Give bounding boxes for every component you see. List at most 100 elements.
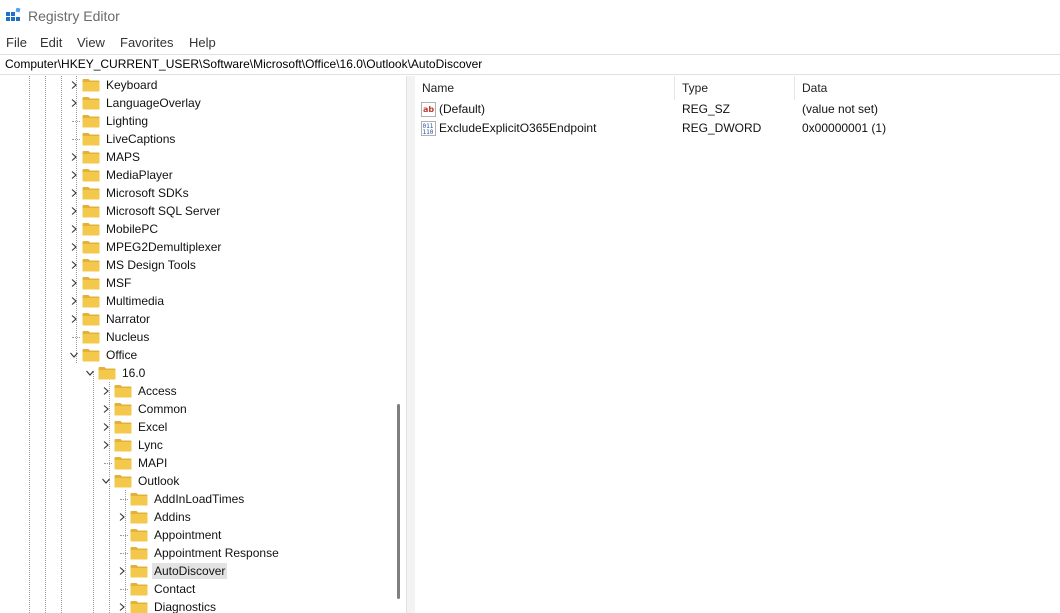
- chevron-right-icon[interactable]: [68, 94, 80, 112]
- tree-node[interactable]: Narrator: [68, 310, 152, 328]
- chevron-right-icon[interactable]: [68, 238, 80, 256]
- chevron-right-icon[interactable]: [68, 310, 80, 328]
- value-name: ExcludeExplicitO365Endpoint: [439, 121, 597, 135]
- tree-node[interactable]: Appointment Response: [116, 544, 281, 562]
- tree-node-label: Outlook: [138, 474, 180, 488]
- tree-node[interactable]: MAPS: [68, 148, 142, 166]
- chevron-right-icon[interactable]: [68, 202, 80, 220]
- tree-node[interactable]: MAPI: [100, 454, 169, 472]
- folder-icon: [82, 151, 100, 164]
- chevron-right-icon[interactable]: [100, 382, 112, 400]
- folder-icon: [130, 565, 148, 578]
- tree-node[interactable]: Diagnostics: [116, 598, 218, 613]
- tree-node[interactable]: Office: [68, 346, 139, 364]
- chevron-right-icon[interactable]: [116, 562, 128, 580]
- address-path[interactable]: Computer\HKEY_CURRENT_USER\Software\Micr…: [5, 57, 482, 71]
- tree-node[interactable]: Outlook: [100, 472, 181, 490]
- folder-icon: [82, 115, 100, 128]
- chevron-right-icon[interactable]: [100, 400, 112, 418]
- tree-node-label: Multimedia: [106, 294, 165, 308]
- tree-node[interactable]: 16.0: [84, 364, 147, 382]
- tree-node[interactable]: Microsoft SQL Server: [68, 202, 222, 220]
- tree-node[interactable]: Appointment: [116, 526, 223, 544]
- tree-node[interactable]: Keyboard: [68, 76, 159, 94]
- tree-node-label: MediaPlayer: [106, 168, 173, 182]
- tree-node-label: Narrator: [106, 312, 151, 326]
- chevron-down-icon[interactable]: [100, 472, 112, 490]
- folder-icon: [82, 97, 100, 110]
- folder-icon: [82, 259, 100, 272]
- tree-node[interactable]: Lync: [100, 436, 165, 454]
- chevron-right-icon[interactable]: [68, 184, 80, 202]
- folder-icon: [114, 421, 132, 434]
- chevron-right-icon[interactable]: [116, 598, 128, 613]
- folder-icon: [82, 169, 100, 182]
- chevron-right-icon[interactable]: [68, 256, 80, 274]
- address-bar[interactable]: Computer\HKEY_CURRENT_USER\Software\Micr…: [0, 54, 1060, 75]
- tree-connector: [100, 454, 112, 472]
- tree-node[interactable]: MPEG2Demultiplexer: [68, 238, 223, 256]
- folder-icon: [82, 205, 100, 218]
- folder-icon: [82, 277, 100, 290]
- tree-node[interactable]: Addins: [116, 508, 193, 526]
- folder-icon: [130, 601, 148, 613]
- chevron-right-icon[interactable]: [68, 148, 80, 166]
- tree-node[interactable]: AddInLoadTimes: [116, 490, 246, 508]
- tree-node[interactable]: Access: [100, 382, 179, 400]
- folder-icon: [130, 547, 148, 560]
- chevron-right-icon[interactable]: [68, 292, 80, 310]
- tree-guide-line: [93, 372, 94, 613]
- value-row[interactable]: 011 110 ExcludeExplicitO365Endpoint REG_…: [415, 119, 1060, 138]
- chevron-right-icon[interactable]: [68, 220, 80, 238]
- key-tree[interactable]: Keyboard LanguageOverlay Lighting LiveCapti…: [0, 76, 406, 613]
- tree-node[interactable]: Lighting: [68, 112, 150, 130]
- tree-node-label: Lighting: [106, 114, 149, 128]
- tree-node[interactable]: MobilePC: [68, 220, 160, 238]
- folder-icon: [114, 457, 132, 470]
- tree-node[interactable]: MS Design Tools: [68, 256, 198, 274]
- tree-scrollbar-thumb[interactable]: [397, 404, 400, 599]
- tree-node-label: Diagnostics: [154, 600, 217, 613]
- tree-node[interactable]: Common: [100, 400, 189, 418]
- chevron-down-icon[interactable]: [68, 346, 80, 364]
- folder-icon: [114, 439, 132, 452]
- folder-icon: [130, 511, 148, 524]
- tree-node-label: Addins: [154, 510, 191, 524]
- tree-node[interactable]: MSF: [68, 274, 133, 292]
- tree-node-label: Appointment Response: [154, 546, 279, 560]
- tree-node-label: Appointment: [154, 528, 222, 542]
- tree-node[interactable]: Microsoft SDKs: [68, 184, 191, 202]
- tree-node[interactable]: LiveCaptions: [68, 130, 177, 148]
- value-data: 0x00000001 (1): [802, 121, 887, 135]
- tree-node[interactable]: Excel: [100, 418, 169, 436]
- tree-node-label: MAPS: [106, 150, 141, 164]
- tree-node[interactable]: Nucleus: [68, 328, 151, 346]
- chevron-right-icon[interactable]: [68, 76, 80, 94]
- tree-node[interactable]: MediaPlayer: [68, 166, 175, 184]
- chevron-right-icon[interactable]: [100, 436, 112, 454]
- chevron-right-icon[interactable]: [100, 418, 112, 436]
- menu-help[interactable]: Help: [189, 34, 216, 51]
- menu-file[interactable]: File: [6, 34, 27, 51]
- value-row[interactable]: ab (Default) REG_SZ (value not set): [415, 100, 1060, 119]
- menu-edit[interactable]: Edit: [40, 34, 62, 51]
- column-header-type[interactable]: Type: [675, 76, 795, 100]
- tree-node[interactable]: Contact: [116, 580, 197, 598]
- folder-icon: [82, 331, 100, 344]
- tree-node[interactable]: Multimedia: [68, 292, 166, 310]
- folder-icon: [130, 493, 148, 506]
- tree-node-label: Microsoft SQL Server: [106, 204, 221, 218]
- column-header-name[interactable]: Name: [415, 76, 675, 100]
- menu-view[interactable]: View: [77, 34, 105, 51]
- chevron-right-icon[interactable]: [116, 508, 128, 526]
- chevron-right-icon[interactable]: [68, 274, 80, 292]
- chevron-down-icon[interactable]: [84, 364, 96, 382]
- column-header-data[interactable]: Data: [795, 76, 1060, 100]
- tree-node[interactable]: LanguageOverlay: [68, 94, 203, 112]
- menu-favorites[interactable]: Favorites: [120, 34, 173, 51]
- tree-connector: [116, 544, 128, 562]
- folder-icon: [98, 367, 116, 380]
- folder-icon: [130, 529, 148, 542]
- tree-node[interactable]: AutoDiscover: [116, 562, 228, 580]
- chevron-right-icon[interactable]: [68, 166, 80, 184]
